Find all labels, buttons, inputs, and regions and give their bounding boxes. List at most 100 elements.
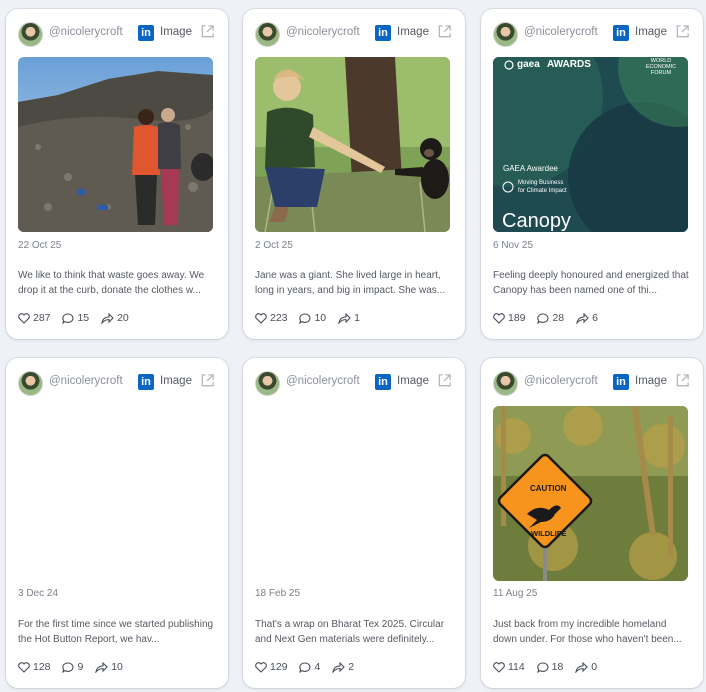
- post-stats: 189 28 6: [493, 312, 607, 326]
- post-type-label: Image: [635, 26, 667, 38]
- post-type-label: Image: [397, 26, 429, 38]
- post-type-label: Image: [160, 375, 192, 387]
- sign-wildlife-text: WILDLIFE: [531, 529, 567, 538]
- username[interactable]: @nicolerycroft: [286, 26, 360, 38]
- avatar[interactable]: [493, 22, 518, 47]
- shares-count: 10: [111, 661, 123, 673]
- heart-icon: [18, 312, 30, 324]
- linkedin-icon: in: [138, 25, 154, 41]
- external-link-icon[interactable]: [200, 373, 215, 388]
- post-stats: 129 4 2: [255, 661, 363, 675]
- heart-icon: [493, 312, 505, 324]
- tagline-line-1: Moving Business: [518, 180, 564, 186]
- comments-count: 18: [551, 661, 564, 673]
- external-link-icon[interactable]: [675, 373, 690, 388]
- shares-count: 2: [348, 661, 355, 673]
- username[interactable]: @nicolerycroft: [524, 26, 598, 38]
- comment-icon: [299, 661, 311, 673]
- post-type-label: Image: [397, 375, 429, 387]
- awardee-text: GAEA Awardee: [503, 164, 558, 173]
- post-text[interactable]: Feeling deeply honoured and energized th…: [493, 268, 689, 298]
- comment-icon: [299, 312, 311, 324]
- comments-count: 9: [77, 661, 84, 673]
- post-card[interactable]: @nicolerycroft in Image 18 Feb 25 That's…: [243, 358, 465, 688]
- comment-icon: [536, 661, 549, 673]
- shares-count: 6: [592, 312, 598, 324]
- comments-count: 28: [552, 312, 565, 324]
- shares-count: 1: [354, 312, 360, 324]
- post-image-chimpanzee[interactable]: [255, 57, 450, 232]
- username[interactable]: @nicolerycroft: [49, 26, 123, 38]
- post-card[interactable]: @nicolerycroft in Image gaea AWARDS WORL…: [481, 9, 703, 339]
- post-date: 18 Feb 25: [255, 588, 301, 599]
- share-icon: [575, 661, 589, 673]
- comments-count: 10: [314, 312, 327, 324]
- linkedin-icon: in: [613, 25, 629, 41]
- post-header: @nicolerycroft in Image: [18, 371, 216, 396]
- external-link-icon[interactable]: [437, 24, 452, 39]
- heart-icon: [18, 661, 30, 673]
- external-link-icon[interactable]: [437, 373, 452, 388]
- linkedin-icon: in: [613, 374, 629, 390]
- heart-icon: [255, 312, 267, 324]
- shares-count: 20: [117, 312, 129, 324]
- post-card[interactable]: @nicolerycroft in Image 22 Oct 25 We lik…: [6, 9, 228, 339]
- share-icon: [332, 661, 345, 673]
- comments-count: 15: [77, 312, 90, 324]
- avatar[interactable]: [255, 371, 280, 396]
- username[interactable]: @nicolerycroft: [524, 375, 598, 387]
- linkedin-icon: in: [375, 374, 391, 390]
- username[interactable]: @nicolerycroft: [49, 375, 123, 387]
- post-text[interactable]: For the first time since we started publ…: [18, 617, 214, 647]
- comment-icon: [62, 312, 74, 324]
- likes-count: 129: [270, 661, 288, 673]
- post-card[interactable]: @nicolerycroft in Image 3 Dec 24 For the…: [6, 358, 228, 688]
- post-date: 6 Nov 25: [493, 240, 534, 251]
- avatar[interactable]: [493, 371, 518, 396]
- canopy-wordmark: Canopy: [502, 210, 571, 232]
- post-type-label: Image: [635, 375, 667, 387]
- post-date: 3 Dec 24: [18, 588, 59, 599]
- post-image-gaea-awards[interactable]: gaea AWARDS WORLD ECONOMIC FORUM GAEA Aw…: [493, 57, 688, 232]
- awards-text: AWARDS: [547, 59, 591, 70]
- sign-caution-text: CAUTION: [530, 484, 567, 493]
- post-type-label: Image: [160, 26, 192, 38]
- username[interactable]: @nicolerycroft: [286, 375, 360, 387]
- post-header: @nicolerycroft in Image: [493, 371, 691, 396]
- avatar[interactable]: [255, 22, 280, 47]
- post-stats: 128 9 10: [18, 661, 132, 675]
- post-image-waste[interactable]: [18, 57, 213, 232]
- likes-count: 114: [508, 661, 525, 673]
- likes-count: 223: [270, 312, 288, 324]
- post-text[interactable]: We like to think that waste goes away. W…: [18, 268, 214, 298]
- post-header: @nicolerycroft in Image: [18, 22, 216, 47]
- gaea-logo-text: gaea: [517, 59, 540, 70]
- linkedin-icon: in: [138, 374, 154, 390]
- wef-logo-text: WORLD ECONOMIC FORUM: [645, 58, 677, 76]
- post-date: 22 Oct 25: [18, 240, 62, 251]
- external-link-icon[interactable]: [675, 24, 690, 39]
- share-icon: [101, 312, 114, 324]
- post-header: @nicolerycroft in Image: [255, 371, 453, 396]
- avatar[interactable]: [18, 22, 43, 47]
- post-date: 11 Aug 25: [493, 588, 538, 599]
- post-text[interactable]: Just back from my incredible homeland do…: [493, 617, 689, 647]
- post-image-kangaroo-sign[interactable]: CAUTION WILDLIFE: [493, 406, 688, 581]
- tagline-line-2: for Climate Impact: [518, 188, 567, 194]
- likes-count: 287: [33, 312, 51, 324]
- avatar[interactable]: [18, 371, 43, 396]
- shares-count: 0: [591, 661, 598, 673]
- post-header: @nicolerycroft in Image: [255, 22, 453, 47]
- post-card[interactable]: @nicolerycroft in Image 2 Oct 25 Jane wa…: [243, 9, 465, 339]
- post-date: 2 Oct 25: [255, 240, 293, 251]
- post-text[interactable]: That's a wrap on Bharat Tex 2025. Circul…: [255, 617, 451, 647]
- external-link-icon[interactable]: [200, 24, 215, 39]
- heart-icon: [493, 661, 505, 673]
- likes-count: 189: [508, 312, 526, 324]
- post-card[interactable]: @nicolerycroft in Image CAUTION WILDLIFE…: [481, 358, 703, 688]
- post-header: @nicolerycroft in Image: [493, 22, 691, 47]
- share-icon: [338, 312, 351, 324]
- share-icon: [95, 661, 108, 673]
- heart-icon: [255, 661, 267, 673]
- post-text[interactable]: Jane was a giant. She lived large in hea…: [255, 268, 451, 298]
